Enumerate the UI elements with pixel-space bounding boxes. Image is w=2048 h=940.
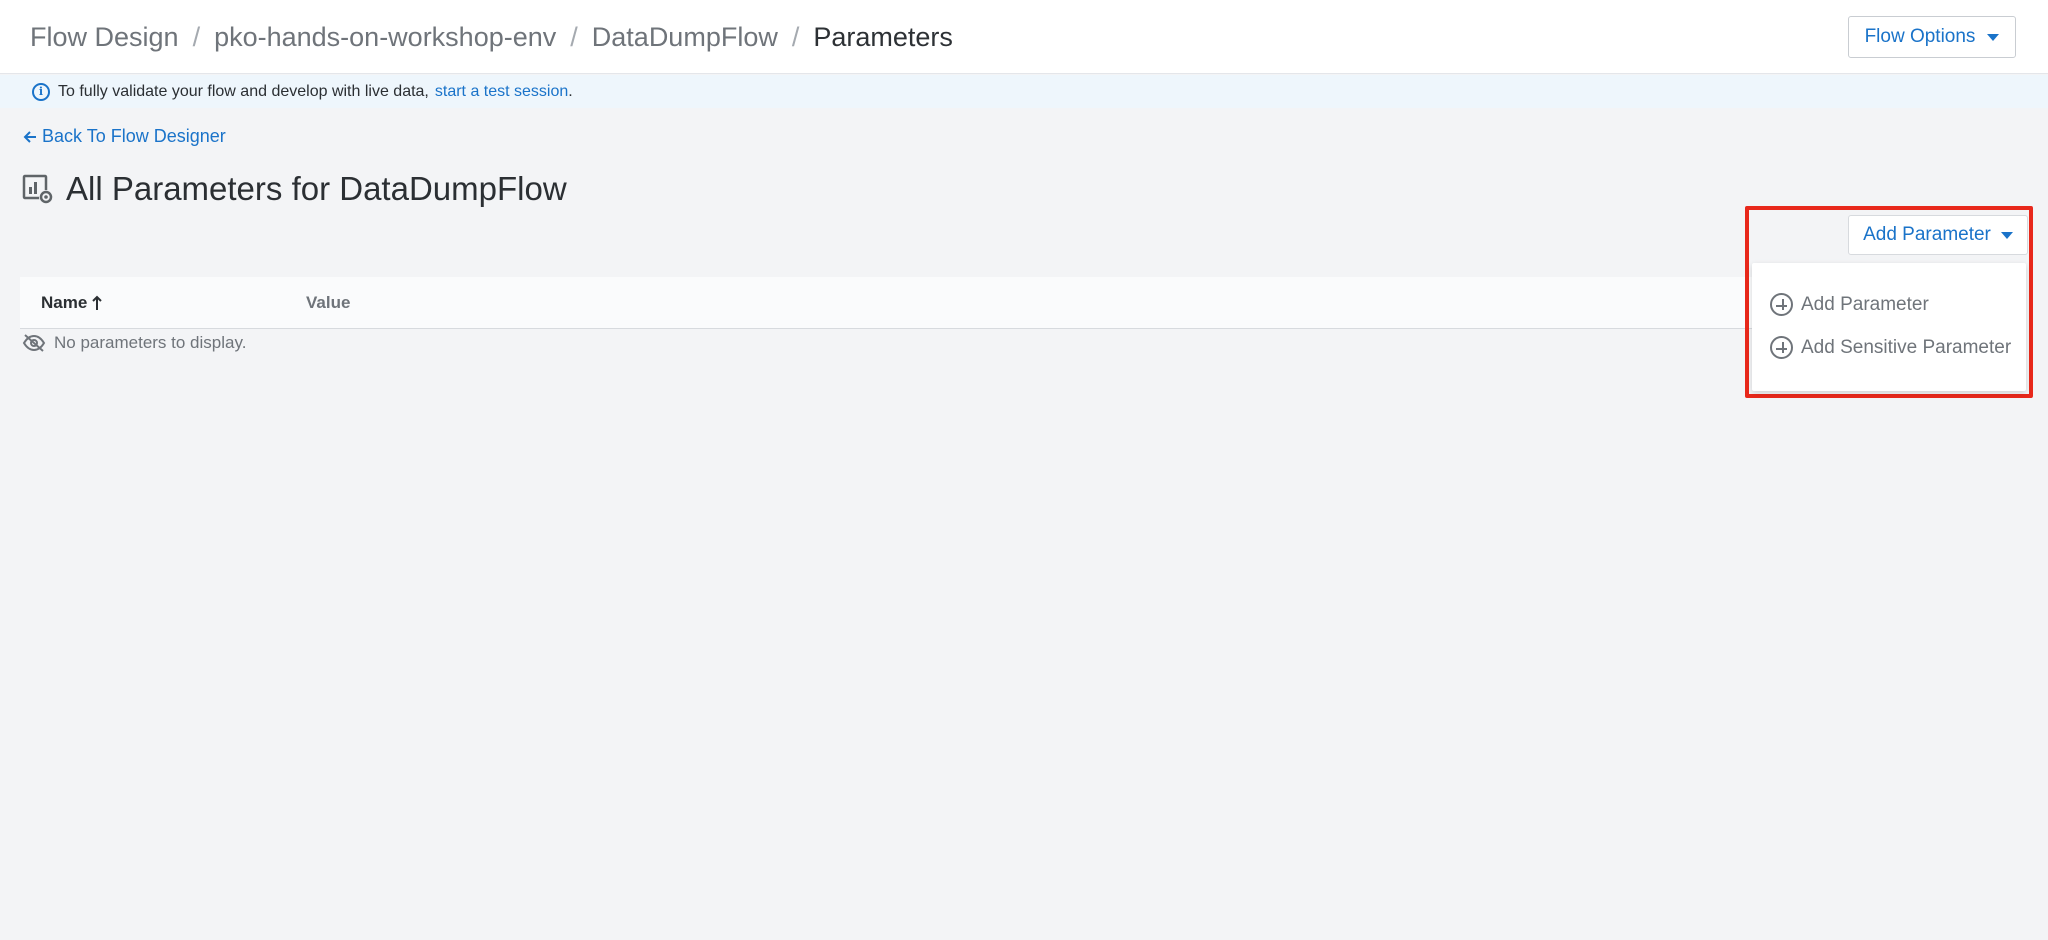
breadcrumb-separator: / (791, 21, 800, 52)
page-title: All Parameters for DataDumpFlow (22, 170, 567, 208)
arrow-left-icon (23, 130, 36, 143)
column-name[interactable]: Name (41, 293, 103, 313)
breadcrumb-separator: / (192, 21, 201, 52)
flow-options-button[interactable]: Flow Options (1848, 16, 2016, 58)
breadcrumb-flow-design[interactable]: Flow Design (30, 22, 179, 53)
breadcrumb: Flow Design / pko-hands-on-workshop-env … (30, 20, 953, 54)
top-bar: Flow Design / pko-hands-on-workshop-env … (0, 0, 2048, 74)
plus-circle-icon (1770, 293, 1793, 316)
add-parameter-dropdown-button[interactable]: Add Parameter (1848, 215, 2028, 255)
caret-down-icon (2000, 231, 2013, 239)
info-banner: i To fully validate your flow and develo… (0, 75, 2048, 108)
flow-options-label: Flow Options (1864, 26, 1976, 47)
plus-circle-icon (1770, 336, 1793, 359)
breadcrumb-separator: / (570, 21, 578, 52)
page-title-text: All Parameters for DataDumpFlow (66, 170, 567, 207)
parameters-settings-icon (22, 174, 53, 204)
back-to-flow-designer-link[interactable]: Back To Flow Designer (22, 126, 226, 147)
info-text: To fully validate your flow and develop … (58, 82, 429, 100)
back-link-label: Back To Flow Designer (42, 126, 226, 146)
caret-down-icon (1987, 33, 2000, 41)
breadcrumb-flow[interactable]: DataDumpFlow (592, 22, 778, 53)
start-test-session-link[interactable]: start a test session (435, 83, 568, 101)
empty-state: No parameters to display. (22, 333, 246, 353)
empty-state-text: No parameters to display. (54, 333, 247, 352)
menu-item-add-parameter[interactable]: Add Parameter (1770, 293, 1929, 316)
menu-item-label: Add Sensitive Parameter (1801, 336, 2012, 358)
info-suffix: . (568, 82, 573, 100)
add-parameter-button-label: Add Parameter (1863, 224, 1991, 245)
column-value[interactable]: Value (306, 293, 350, 313)
menu-item-add-sensitive-parameter[interactable]: Add Sensitive Parameter (1770, 336, 2011, 359)
parameters-table-header: Name Value (20, 277, 1780, 329)
arrow-up-icon (92, 295, 103, 310)
info-icon: i (32, 82, 50, 101)
menu-item-label: Add Parameter (1801, 293, 1929, 315)
eye-slash-icon (22, 334, 46, 352)
breadcrumb-current: Parameters (813, 21, 953, 52)
breadcrumb-environment[interactable]: pko-hands-on-workshop-env (214, 22, 556, 53)
add-parameter-menu: Add Parameter Add Sensitive Parameter (1752, 263, 2026, 391)
column-name-label: Name (41, 293, 88, 312)
